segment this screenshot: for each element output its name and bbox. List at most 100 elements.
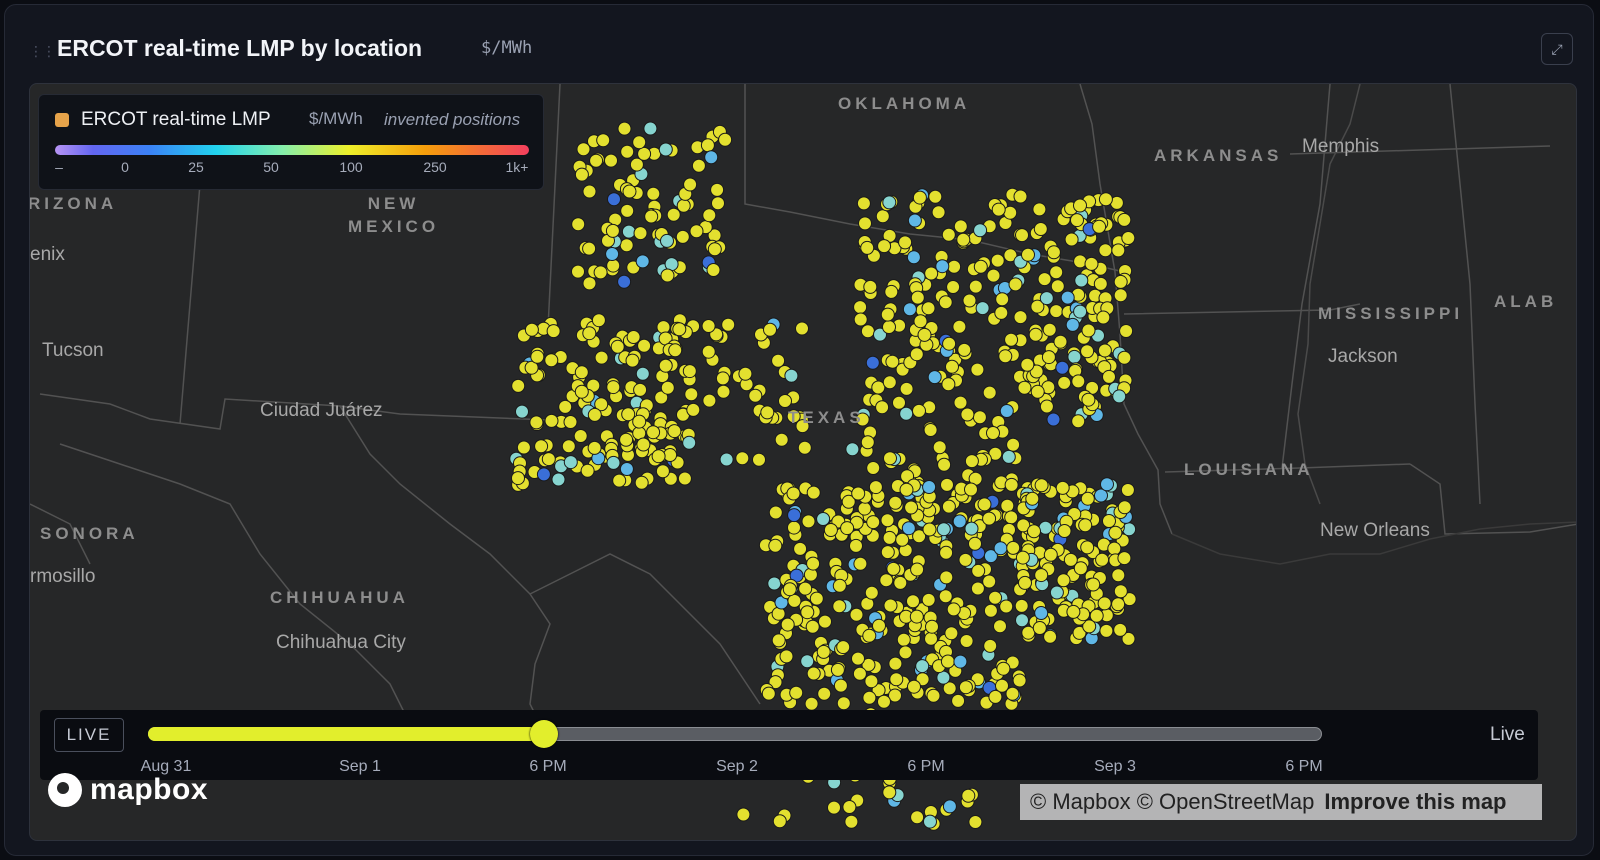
lmp-point[interactable] <box>534 439 549 454</box>
lmp-point[interactable] <box>1092 219 1107 234</box>
lmp-point[interactable] <box>940 477 954 492</box>
lmp-point[interactable] <box>853 312 868 327</box>
lmp-point[interactable] <box>786 486 801 501</box>
lmp-point[interactable] <box>1120 483 1135 497</box>
lmp-point[interactable] <box>621 407 636 422</box>
lmp-point[interactable] <box>702 393 717 408</box>
lmp-point[interactable] <box>536 467 551 482</box>
lmp-point[interactable] <box>991 202 1006 217</box>
lmp-point[interactable] <box>1015 613 1029 628</box>
lmp-point[interactable] <box>721 317 736 332</box>
lmp-point[interactable] <box>853 556 868 571</box>
lmp-point[interactable] <box>877 239 892 254</box>
lmp-point[interactable] <box>658 358 673 373</box>
lmp-point[interactable] <box>832 578 847 593</box>
lmp-point[interactable] <box>896 632 911 647</box>
lmp-point[interactable] <box>1053 334 1068 349</box>
lmp-point[interactable] <box>1041 350 1056 365</box>
lmp-point[interactable] <box>1074 273 1089 288</box>
lmp-point[interactable] <box>702 208 717 223</box>
lmp-point[interactable] <box>798 581 813 596</box>
lmp-point[interactable] <box>951 693 966 708</box>
lmp-point[interactable] <box>882 375 897 390</box>
lmp-point[interactable] <box>884 284 899 299</box>
lmp-point[interactable] <box>968 279 983 294</box>
lmp-point[interactable] <box>942 799 957 814</box>
lmp-point[interactable] <box>748 388 763 403</box>
lmp-point[interactable] <box>988 590 1003 605</box>
lmp-point[interactable] <box>718 132 733 147</box>
lmp-point[interactable] <box>1039 291 1054 306</box>
lmp-point[interactable] <box>660 268 675 283</box>
lmp-point[interactable] <box>530 349 545 364</box>
lmp-point[interactable] <box>1093 276 1108 291</box>
lmp-point[interactable] <box>902 302 917 317</box>
lmp-point[interactable] <box>668 343 683 358</box>
lmp-point[interactable] <box>1086 577 1101 592</box>
lmp-point[interactable] <box>635 254 650 269</box>
lmp-point[interactable] <box>1055 480 1070 495</box>
lmp-point[interactable] <box>947 259 962 274</box>
lmp-point[interactable] <box>1107 541 1122 556</box>
lmp-point[interactable] <box>1049 585 1064 600</box>
lmp-point[interactable] <box>917 327 932 342</box>
lmp-point[interactable] <box>939 570 954 585</box>
lmp-point[interactable] <box>617 274 632 289</box>
lmp-point[interactable] <box>607 192 621 207</box>
lmp-point[interactable] <box>1117 551 1132 566</box>
lmp-point[interactable] <box>1003 205 1018 220</box>
lmp-point[interactable] <box>1005 686 1020 701</box>
lmp-point[interactable] <box>886 561 901 576</box>
lmp-point[interactable] <box>982 385 997 400</box>
lmp-point[interactable] <box>1039 399 1054 414</box>
lmp-point[interactable] <box>986 268 1001 283</box>
lmp-point[interactable] <box>907 213 922 228</box>
lmp-point[interactable] <box>701 344 716 359</box>
lmp-point[interactable] <box>806 556 821 571</box>
lmp-point[interactable] <box>574 365 589 380</box>
lmp-point[interactable] <box>851 651 865 666</box>
lmp-point[interactable] <box>1119 324 1134 338</box>
lmp-point[interactable] <box>922 480 937 494</box>
lmp-point[interactable] <box>865 355 880 370</box>
lmp-point[interactable] <box>899 482 914 497</box>
lmp-point[interactable] <box>1081 323 1096 338</box>
lmp-point[interactable] <box>563 415 578 429</box>
lmp-point[interactable] <box>1112 389 1127 404</box>
lmp-point[interactable] <box>880 513 895 528</box>
lmp-point[interactable] <box>801 514 816 529</box>
lmp-point[interactable] <box>784 368 799 383</box>
lmp-point[interactable] <box>973 259 988 274</box>
lmp-point[interactable] <box>541 452 556 467</box>
lmp-point[interactable] <box>883 598 898 613</box>
lmp-point[interactable] <box>923 423 938 437</box>
lmp-point[interactable] <box>818 614 832 629</box>
lmp-point[interactable] <box>1043 629 1058 644</box>
lmp-point[interactable] <box>620 203 635 218</box>
lmp-point[interactable] <box>686 402 701 417</box>
lmp-point[interactable] <box>958 552 973 567</box>
lmp-point[interactable] <box>617 121 632 136</box>
lmp-point[interactable] <box>767 576 782 591</box>
lmp-point[interactable] <box>941 499 956 514</box>
lmp-point[interactable] <box>857 501 872 516</box>
lmp-point[interactable] <box>516 440 531 455</box>
lmp-point[interactable] <box>921 301 936 316</box>
lmp-point[interactable] <box>995 292 1010 307</box>
lmp-point[interactable] <box>1057 375 1072 390</box>
lmp-point[interactable] <box>700 138 715 153</box>
lmp-point[interactable] <box>551 472 566 487</box>
lmp-point[interactable] <box>663 448 678 462</box>
lmp-point[interactable] <box>833 678 848 693</box>
lmp-point[interactable] <box>1066 604 1081 619</box>
lmp-point[interactable] <box>1006 540 1021 555</box>
lmp-point[interactable] <box>993 619 1007 634</box>
lmp-point[interactable] <box>830 662 845 677</box>
lmp-point[interactable] <box>921 592 936 607</box>
lmp-point[interactable] <box>606 258 621 273</box>
improve-map-link[interactable]: Improve this map <box>1324 789 1506 815</box>
lmp-point[interactable] <box>574 167 589 182</box>
lmp-point[interactable] <box>868 480 883 495</box>
lmp-point[interactable] <box>800 654 815 669</box>
lmp-point[interactable] <box>787 508 802 523</box>
